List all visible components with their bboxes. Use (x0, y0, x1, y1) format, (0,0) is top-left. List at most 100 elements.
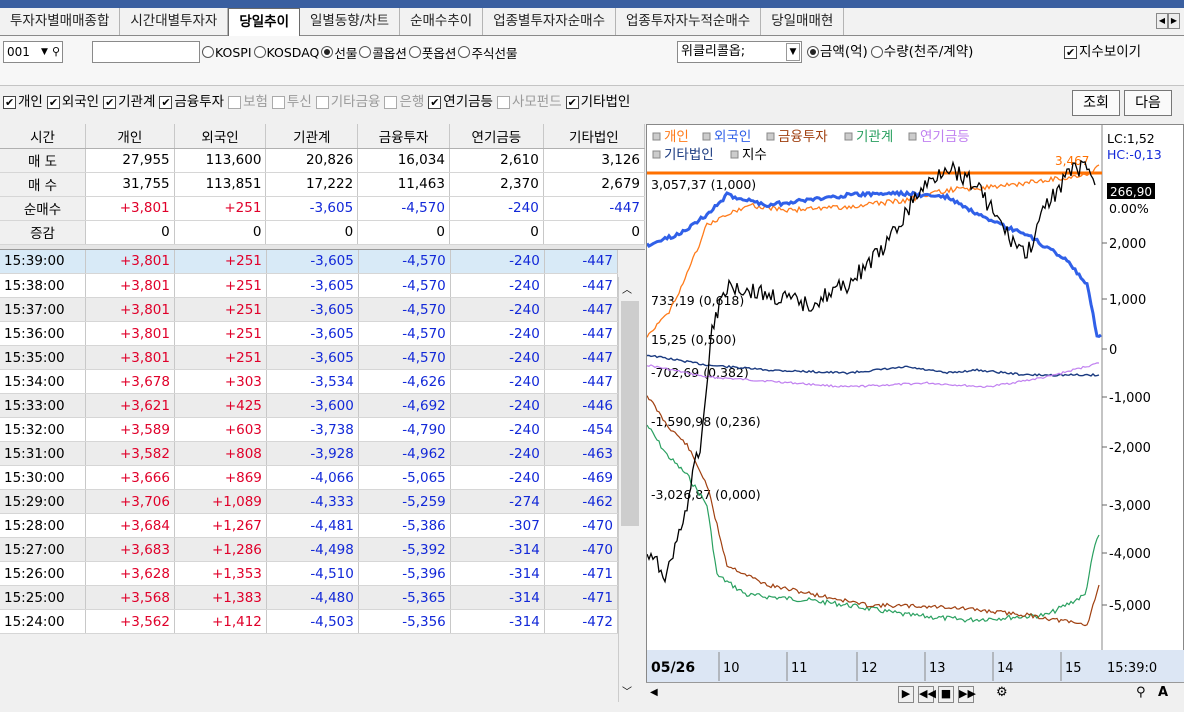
column-header[interactable]: 기관계 (265, 124, 359, 149)
dropdown-arrow-icon[interactable]: ▼ (786, 43, 800, 61)
checkbox-icon[interactable] (384, 95, 398, 109)
chart-play-icon[interactable]: ▶ (898, 686, 914, 703)
next-button[interactable]: 다음 (1124, 90, 1172, 116)
radio-icon[interactable] (458, 46, 471, 58)
table-row[interactable]: 15:24:00 +3,562 +1,412 -4,503 -5,356 -314 -472 (0, 609, 619, 634)
unit-radio-1[interactable]: 수량(천주/계약) (870, 41, 973, 63)
column-header[interactable]: 시간 (0, 124, 87, 149)
chart-zoom-icon[interactable]: ⚲ (1136, 685, 1146, 700)
legend-item[interactable]: 금융투자 (778, 129, 828, 144)
search-icon[interactable]: ⚲ (52, 42, 64, 62)
investor-check-8[interactable]: 연기금등 (428, 91, 493, 113)
radio-icon[interactable] (807, 46, 819, 58)
legend-item[interactable]: 지수 (742, 147, 767, 162)
scroll-thumb[interactable] (621, 301, 639, 526)
tab-2[interactable]: 당일추이 (228, 8, 301, 37)
checkbox-icon[interactable] (159, 95, 173, 109)
radio-icon[interactable] (359, 46, 372, 58)
market-radio-2[interactable]: 선물 (321, 43, 357, 62)
table-row[interactable]: 15:26:00 +3,628 +1,353 -4,510 -5,396 -314 -471 (0, 561, 619, 586)
investor-check-4[interactable]: 보험 (228, 91, 268, 113)
checkbox-icon[interactable] (565, 95, 579, 109)
chart-rewind-icon[interactable]: ◀◀ (918, 686, 936, 703)
chart-forward-icon[interactable]: ▶▶ (958, 686, 976, 703)
checkbox-icon[interactable] (428, 95, 442, 109)
column-header[interactable]: 외국인 (174, 124, 267, 149)
tab-3[interactable]: 일별동향/차트 (300, 8, 401, 35)
legend-item[interactable]: 개인 (664, 129, 689, 144)
tab-1[interactable]: 시간대별투자자 (120, 8, 229, 35)
investor-check-6[interactable]: 기타금융 (315, 91, 380, 113)
scroll-up-icon[interactable]: ︿ (622, 281, 632, 296)
investor-check-1[interactable]: 외국인 (46, 91, 99, 113)
unit-radio-0[interactable]: 금액(억) (807, 41, 868, 63)
checkbox-icon[interactable] (228, 95, 242, 109)
tab-prev-icon[interactable]: ◀ (1156, 13, 1168, 29)
code-name-field[interactable] (92, 41, 200, 63)
table-row[interactable]: 15:38:00 +3,801 +251 -3,605 -4,570 -240 -447 (0, 273, 619, 298)
table-row[interactable]: 15:32:00 +3,589 +603 -3,738 -4,790 -240 -454 (0, 417, 619, 442)
weekly-option-combo[interactable]: 위클리콜옵; ▼ (677, 41, 802, 63)
tab-5[interactable]: 업종별투자자순매수 (483, 8, 616, 35)
radio-icon[interactable] (253, 46, 266, 58)
checkbox-icon[interactable] (496, 95, 510, 109)
investor-check-9[interactable]: 사모펀드 (496, 91, 562, 113)
chart-scroll-left-icon[interactable]: ◀ (650, 687, 658, 698)
chart-text-icon[interactable]: A (1158, 685, 1168, 700)
table-row[interactable]: 15:29:00 +3,706 +1,089 -4,333 -5,259 -274 -462 (0, 489, 619, 514)
column-header[interactable]: 개인 (85, 124, 175, 149)
investor-check-10[interactable]: 기타법인 (565, 91, 630, 113)
show-index-checkbox[interactable]: 지수보이기 (1064, 41, 1141, 63)
table-row[interactable]: 15:33:00 +3,621 +425 -3,600 -4,692 -240 -446 (0, 393, 619, 418)
tab-next-icon[interactable]: ▶ (1168, 13, 1180, 29)
market-radio-1[interactable]: KOSDAQ (253, 45, 319, 60)
market-radio-4[interactable]: 풋옵션 (408, 43, 456, 62)
code-combo[interactable]: 001 ▼ ⚲ (3, 41, 63, 63)
table-row[interactable]: 15:30:00 +3,666 +869 -4,066 -5,065 -240 -469 (0, 465, 619, 490)
checkbox-icon[interactable] (46, 95, 60, 109)
legend-item[interactable]: 외국인 (714, 129, 751, 144)
tab-4[interactable]: 순매수추이 (400, 8, 484, 35)
table-row[interactable]: 15:39:00 +3,801 +251 -3,605 -4,570 -240 -447 (0, 249, 619, 274)
table-row[interactable]: 15:25:00 +3,568 +1,383 -4,480 -5,365 -314 -471 (0, 585, 619, 610)
market-radio-0[interactable]: KOSPI (202, 45, 252, 60)
table-row[interactable]: 15:28:00 +3,684 +1,267 -4,481 -5,386 -307 -470 (0, 513, 619, 538)
investor-check-5[interactable]: 투신 (271, 91, 312, 113)
market-radio-5[interactable]: 주식선물 (458, 43, 517, 62)
investor-check-7[interactable]: 은행 (384, 91, 424, 113)
checkbox-icon[interactable] (3, 95, 16, 109)
radio-icon[interactable] (870, 46, 883, 58)
scroll-down-icon[interactable]: ﹀ (622, 683, 632, 698)
radio-icon[interactable] (408, 46, 421, 58)
legend-item[interactable]: 기타법인 (664, 147, 714, 162)
table-row[interactable]: 15:31:00 +3,582 +808 -3,928 -4,962 -240 -463 (0, 441, 619, 466)
table-row[interactable]: 15:27:00 +3,683 +1,286 -4,498 -5,392 -314 -470 (0, 537, 619, 562)
grid-vertical-scrollbar[interactable]: ︿ ﹀ (618, 277, 642, 702)
radio-icon[interactable] (202, 46, 214, 58)
chart-stop-icon[interactable]: ■ (938, 686, 954, 703)
checkbox-icon[interactable] (271, 95, 285, 109)
market-radio-3[interactable]: 콜옵션 (359, 43, 407, 62)
tab-7[interactable]: 당일매매현 (761, 8, 845, 35)
checkbox-icon[interactable] (1064, 45, 1077, 59)
column-header[interactable]: 금융투자 (357, 124, 450, 149)
table-row[interactable]: 15:36:00 +3,801 +251 -3,605 -4,570 -240 -447 (0, 321, 619, 346)
lookup-button[interactable]: 조회 (1072, 90, 1120, 116)
tab-6[interactable]: 업종투자자누적순매수 (616, 8, 762, 35)
table-row[interactable]: 15:35:00 +3,801 +251 -3,605 -4,570 -240 -447 (0, 345, 619, 370)
column-header[interactable]: 연기금등 (449, 124, 544, 149)
column-header[interactable]: 기타법인 (543, 124, 646, 149)
legend-item[interactable]: 기관계 (856, 129, 893, 144)
investor-check-2[interactable]: 기관계 (103, 91, 155, 113)
dropdown-arrow-icon[interactable]: ▼ (41, 42, 51, 62)
investor-check-3[interactable]: 금융투자 (159, 91, 224, 113)
legend-item[interactable]: 연기금등 (920, 129, 970, 144)
checkbox-icon[interactable] (315, 95, 329, 109)
table-row[interactable]: 15:37:00 +3,801 +251 -3,605 -4,570 -240 -447 (0, 297, 619, 322)
radio-icon[interactable] (321, 46, 334, 58)
tab-0[interactable]: 투자자별매매종합 (0, 8, 121, 35)
checkbox-icon[interactable] (103, 95, 117, 109)
investor-check-0[interactable]: 개인 (3, 91, 43, 113)
table-row[interactable]: 15:34:00 +3,678 +303 -3,534 -4,626 -240 -447 (0, 369, 619, 394)
chart-settings-icon[interactable]: ⚙ (996, 685, 1008, 700)
